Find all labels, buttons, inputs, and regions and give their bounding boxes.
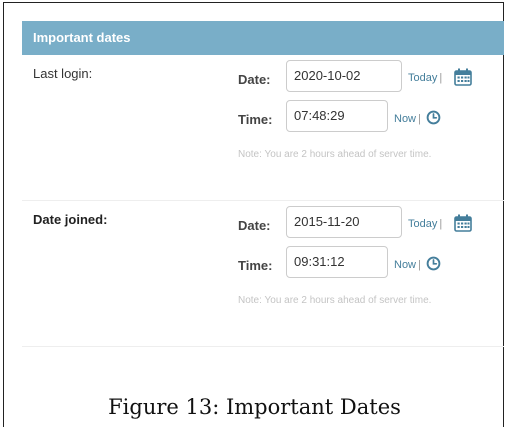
separator: |	[418, 259, 421, 271]
today-shortcut: Today |	[408, 218, 444, 230]
time-input[interactable]: 07:48:29	[286, 100, 388, 132]
calendar-icon[interactable]	[454, 68, 472, 86]
module-header: Important dates	[22, 21, 504, 55]
calendar-icon[interactable]	[454, 214, 472, 232]
form-row-date-joined: Date joined: Date: 2015-11-20 Today | Tim…	[22, 201, 504, 347]
today-link[interactable]: Today	[408, 218, 437, 230]
separator: |	[439, 72, 443, 84]
separator: |	[418, 113, 421, 125]
form-row-last-login: Last login: Date: 2020-10-02 Today | Time…	[22, 55, 504, 201]
time-label: Time:	[238, 112, 273, 127]
time-label: Time:	[238, 258, 273, 273]
now-link[interactable]: Now	[394, 113, 416, 125]
now-shortcut: Now |	[394, 259, 423, 271]
timezone-help-text: Note: You are 2 hours ahead of server ti…	[238, 295, 432, 306]
today-shortcut: Today |	[408, 72, 444, 84]
now-shortcut: Now |	[394, 113, 423, 125]
date-input[interactable]: 2020-10-02	[286, 60, 402, 92]
figure-frame: Important dates Last login: Date: 2020-1…	[3, 2, 504, 427]
clock-icon[interactable]	[426, 256, 441, 271]
field-label: Last login:	[33, 66, 93, 81]
time-input[interactable]: 09:31:12	[286, 246, 388, 278]
date-label: Date:	[238, 218, 271, 233]
clock-icon[interactable]	[426, 110, 441, 125]
date-label: Date:	[238, 72, 271, 87]
date-input[interactable]: 2015-11-20	[286, 206, 402, 238]
now-link[interactable]: Now	[394, 259, 416, 271]
figure-caption: Figure 13: Important Dates	[108, 395, 401, 419]
important-dates-fieldset: Important dates Last login: Date: 2020-1…	[22, 21, 504, 351]
separator: |	[439, 218, 443, 230]
timezone-help-text: Note: You are 2 hours ahead of server ti…	[238, 149, 432, 160]
today-link[interactable]: Today	[408, 72, 437, 84]
field-label: Date joined:	[33, 212, 108, 227]
